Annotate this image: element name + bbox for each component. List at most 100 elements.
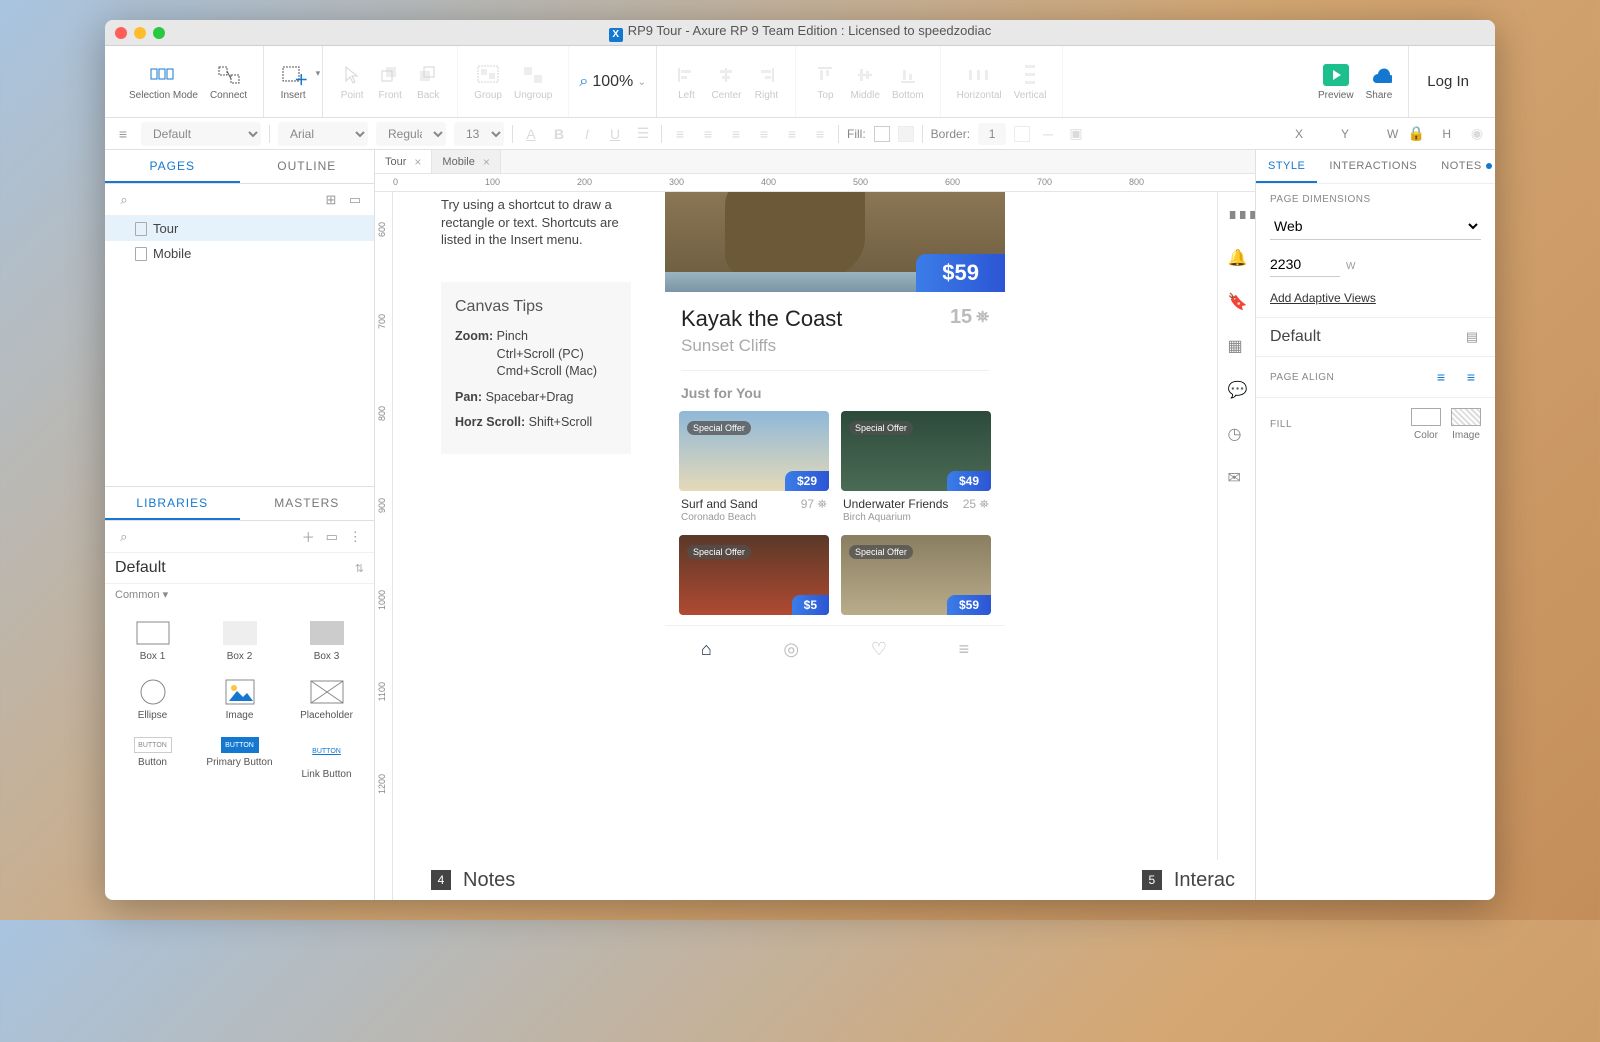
search-icon: ⌕ xyxy=(579,73,588,91)
artboard[interactable]: Try using a shortcut to draw a rectangle… xyxy=(393,192,1255,900)
library-options-button[interactable]: ▭ xyxy=(323,528,341,546)
zoom-window[interactable] xyxy=(153,27,165,39)
tab-libraries[interactable]: LIBRARIES xyxy=(105,487,240,520)
note-marker[interactable]: 5 xyxy=(1142,870,1162,890)
close-window[interactable] xyxy=(115,27,127,39)
notes-title: Notes xyxy=(463,869,515,892)
bookmark-icon[interactable]: 🔖 xyxy=(1228,292,1246,310)
home-icon[interactable]: ⌂ xyxy=(701,639,712,660)
offer-card[interactable]: Special Offer$49 xyxy=(841,411,991,491)
back-button: Back xyxy=(409,58,447,105)
share-button[interactable]: Share xyxy=(1360,58,1399,105)
close-tab-icon[interactable]: × xyxy=(414,155,421,169)
bold-icon: B xyxy=(549,124,569,144)
calendar-icon[interactable]: ▦ xyxy=(1228,336,1246,354)
tab-pages[interactable]: PAGES xyxy=(105,150,240,183)
paint-format-icon[interactable]: ≡ xyxy=(113,124,133,144)
font-weight-select[interactable]: Regular xyxy=(376,122,446,146)
offer-card[interactable]: Special Offer$29 xyxy=(679,411,829,491)
offer-card[interactable]: Special Offer$5 xyxy=(679,535,829,615)
style-manage-icon[interactable]: ▤ xyxy=(1463,328,1481,346)
border-width-input[interactable] xyxy=(978,123,1006,145)
page-item-mobile[interactable]: Mobile xyxy=(105,241,374,266)
align-top-button: Top xyxy=(806,58,844,105)
widget-placeholder[interactable]: Placeholder xyxy=(285,672,368,727)
connect-button[interactable]: Connect xyxy=(204,58,253,105)
fill-color-swatch[interactable] xyxy=(874,126,890,142)
doc-tab-tour[interactable]: Tour× xyxy=(375,150,432,173)
lock-icon[interactable]: 🔒 xyxy=(1406,124,1426,144)
widget-link-button[interactable]: BUTTONLink Button xyxy=(285,731,368,786)
widget-box-3[interactable]: Box 3 xyxy=(285,613,368,668)
widget-primary-button[interactable]: BUTTONPrimary Button xyxy=(198,731,281,786)
zoom-control[interactable]: ⌕100% ⌄ xyxy=(579,73,646,91)
selection-mode-button[interactable]: Selection Mode xyxy=(123,58,204,105)
tab-notes[interactable]: NOTES xyxy=(1429,150,1495,183)
fill-color-option[interactable]: Color xyxy=(1411,408,1441,441)
border-style-icon: ─ xyxy=(1038,124,1058,144)
distribute-horizontal-button: Horizontal xyxy=(951,58,1008,105)
fill-label: FILL xyxy=(1270,419,1401,430)
page-dimensions-preset[interactable]: Web xyxy=(1270,213,1481,240)
page-align-left-button[interactable]: ≡ xyxy=(1431,367,1451,387)
bars-icon[interactable]: ∎∎∎ xyxy=(1228,204,1246,222)
widget-button[interactable]: BUTTONButton xyxy=(111,731,194,786)
tab-style[interactable]: STYLE xyxy=(1256,150,1317,183)
text-align-right-icon: ≡ xyxy=(726,124,746,144)
fill-image-option[interactable]: Image xyxy=(1451,408,1481,441)
add-adaptive-views-link[interactable]: Add Adaptive Views xyxy=(1270,291,1376,305)
widget-box-1[interactable]: Box 1 xyxy=(111,613,194,668)
underline-icon: U xyxy=(605,124,625,144)
page-width-input[interactable] xyxy=(1270,252,1340,277)
close-tab-icon[interactable]: × xyxy=(483,155,490,169)
left-panel: PAGES OUTLINE ⌕ ⊞ ▭ Tour Mobile LIBRARIE… xyxy=(105,150,375,900)
app-window: XRP9 Tour - Axure RP 9 Team Edition : Li… xyxy=(105,20,1495,900)
bell-icon[interactable]: 🔔 xyxy=(1228,248,1246,266)
widget-ellipse[interactable]: Ellipse xyxy=(111,672,194,727)
library-category[interactable]: Common ▾ xyxy=(105,584,374,605)
tab-outline[interactable]: OUTLINE xyxy=(240,150,375,183)
tab-masters[interactable]: MASTERS xyxy=(240,487,375,520)
style-name: Default xyxy=(1270,328,1321,346)
style-preset-select[interactable]: Default xyxy=(141,122,261,146)
canvas-help-text: Try using a shortcut to draw a rectangle… xyxy=(441,196,631,249)
italic-icon: I xyxy=(577,124,597,144)
page-item-tour[interactable]: Tour xyxy=(105,216,374,241)
location-icon[interactable]: ◎ xyxy=(783,639,799,660)
widget-image[interactable]: Image xyxy=(198,672,281,727)
font-family-select[interactable]: Arial xyxy=(278,122,368,146)
h-label: H xyxy=(1442,127,1451,141)
clock-icon[interactable]: ◷ xyxy=(1228,424,1246,442)
font-size-select[interactable]: 13 xyxy=(454,122,504,146)
menu-icon[interactable]: ≡ xyxy=(959,639,970,660)
add-folder-button[interactable]: ▭ xyxy=(346,191,364,209)
title-bar: XRP9 Tour - Axure RP 9 Team Edition : Li… xyxy=(105,20,1495,46)
libraries-search-input[interactable] xyxy=(139,530,294,544)
tab-interactions[interactable]: INTERACTIONS xyxy=(1317,150,1429,183)
heart-icon[interactable]: ♡ xyxy=(871,639,887,660)
minimize-window[interactable] xyxy=(134,27,146,39)
add-library-button[interactable]: ＋ xyxy=(300,528,318,546)
pages-search-input[interactable] xyxy=(139,193,316,207)
valign-top-icon: ≡ xyxy=(754,124,774,144)
border-color-icon xyxy=(1014,126,1030,142)
w-label: W xyxy=(1387,127,1398,141)
library-menu-button[interactable]: ⋮ xyxy=(347,528,365,546)
widget-box-2[interactable]: Box 2 xyxy=(198,613,281,668)
bullets-icon: ☰ xyxy=(633,124,653,144)
chat-icon[interactable]: 💬 xyxy=(1228,380,1246,398)
ungroup-button: Ungroup xyxy=(508,58,558,105)
text-color-icon: A xyxy=(521,124,541,144)
mail-icon[interactable]: ✉ xyxy=(1228,468,1246,486)
preview-button[interactable]: Preview xyxy=(1312,58,1360,105)
note-marker[interactable]: 4 xyxy=(431,870,451,890)
doc-tab-mobile[interactable]: Mobile× xyxy=(432,150,500,173)
page-align-center-button[interactable]: ≡ xyxy=(1461,367,1481,387)
insert-button[interactable]: ＋▾ Insert xyxy=(274,58,312,105)
page-align-label: PAGE ALIGN xyxy=(1270,372,1421,383)
library-select[interactable]: Default⇅ xyxy=(105,553,374,584)
front-button: Front xyxy=(371,58,409,105)
login-button[interactable]: Log In xyxy=(1408,46,1487,117)
add-page-button[interactable]: ⊞ xyxy=(322,191,340,209)
offer-card[interactable]: Special Offer$59 xyxy=(841,535,991,615)
